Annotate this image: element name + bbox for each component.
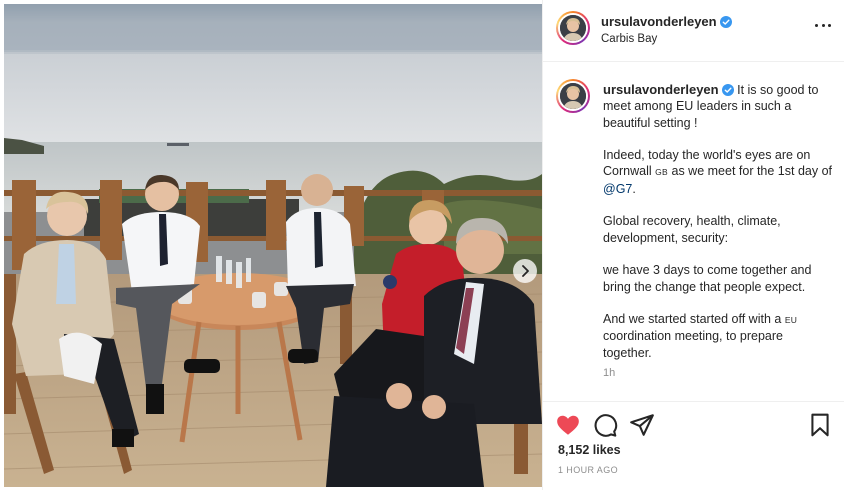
caption-paragraph-5-b: coordination meeting, to prepare togethe…	[603, 329, 783, 360]
country-code-gb: GB	[655, 167, 669, 178]
verified-badge-icon	[721, 84, 734, 96]
save-button[interactable]	[807, 412, 833, 438]
comment-button[interactable]	[592, 412, 618, 438]
caption-paragraph-4: we have 3 days to come together and brin…	[603, 263, 812, 294]
mention-g7-link[interactable]: @G7	[603, 182, 632, 196]
like-button[interactable]	[555, 412, 581, 438]
caption-paragraph-2-c: .	[632, 181, 636, 196]
avatar-photo	[560, 83, 586, 109]
caption-section: ursulavonderleyen It is so good to meet …	[543, 62, 844, 402]
share-button[interactable]	[629, 412, 655, 438]
post-header: ursulavonderleyen Carbis Bay	[543, 0, 844, 62]
verified-badge-icon	[719, 16, 732, 28]
heart-filled-icon	[557, 415, 579, 435]
bookmark-icon	[811, 413, 829, 437]
caption-paragraph-2-b: as we meet for the 1st day of	[671, 164, 833, 179]
next-photo-button[interactable]	[513, 259, 537, 283]
photo-illustration	[4, 4, 542, 487]
caption-paragraph-3: Global recovery, health, climate, develo…	[603, 214, 781, 245]
post-caption: ursulavonderleyen It is so good to meet …	[603, 82, 835, 377]
caption-avatar[interactable]	[556, 79, 590, 113]
post-timestamp[interactable]: 1 HOUR AGO	[558, 465, 618, 475]
avatar-photo	[560, 15, 586, 41]
more-dot	[828, 24, 831, 27]
instagram-post: ursulavonderleyen Carbis Bay ursulavonde…	[0, 0, 844, 490]
paper-plane-icon	[630, 414, 654, 436]
comment-bubble-icon	[594, 414, 618, 437]
action-bar	[543, 404, 844, 444]
more-dot	[821, 24, 825, 27]
avatar[interactable]	[556, 11, 590, 45]
post-photo[interactable]	[4, 4, 542, 487]
location-link[interactable]: Carbis Bay	[601, 33, 657, 45]
post-side-panel: ursulavonderleyen Carbis Bay ursulavonde…	[542, 0, 844, 490]
more-options-button[interactable]	[815, 24, 831, 30]
caption-username[interactable]: ursulavonderleyen	[603, 82, 719, 97]
eu-flag-text: EU	[784, 315, 798, 326]
more-dots-icon	[815, 24, 818, 27]
author-username[interactable]: ursulavonderleyen	[601, 14, 732, 29]
chevron-right-icon	[522, 265, 529, 277]
caption-timestamp[interactable]: 1h	[603, 367, 615, 379]
username-text[interactable]: ursulavonderleyen	[601, 14, 717, 29]
likes-count[interactable]: 8,152 likes	[558, 443, 621, 457]
caption-paragraph-5-a: And we started started off with a	[603, 312, 782, 327]
